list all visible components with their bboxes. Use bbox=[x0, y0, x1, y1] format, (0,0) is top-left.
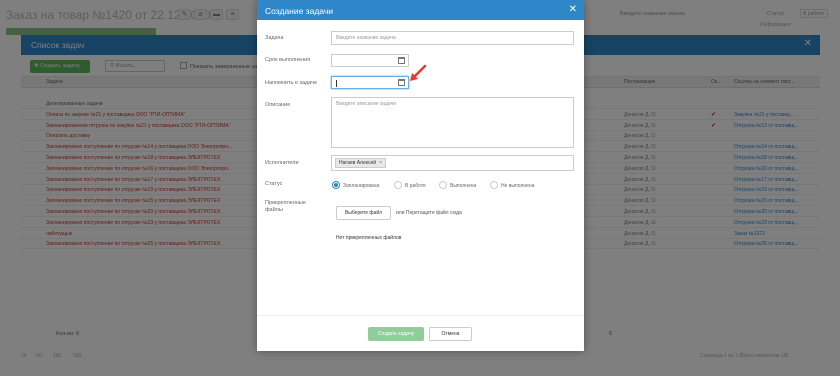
assignee-tag: Нагаев Алексей × bbox=[335, 158, 386, 168]
status-option-not-done[interactable]: Не выполнена bbox=[490, 181, 534, 189]
status-option-planned[interactable]: Запланирована bbox=[332, 181, 379, 189]
assignees-input[interactable]: Нагаев Алексей × bbox=[331, 155, 574, 171]
text-cursor bbox=[336, 80, 337, 87]
description-textarea[interactable]: Введите описание задачи bbox=[331, 97, 574, 148]
remind-label: Напомнить о задаче bbox=[265, 80, 318, 86]
choose-file-button[interactable]: Выберите файл bbox=[336, 206, 391, 220]
radio-dot bbox=[490, 181, 498, 189]
attachments-label: Прикрепленные bbox=[265, 200, 306, 206]
dialog-footer: Создать задачу Отмена bbox=[257, 315, 584, 351]
status-option-label: Выполнена bbox=[450, 183, 477, 189]
attachments-label-2: файлы bbox=[265, 207, 283, 213]
remind-date-input[interactable] bbox=[331, 76, 409, 89]
create-task-submit-button[interactable]: Создать задачу bbox=[368, 327, 424, 341]
cancel-button[interactable]: Отмена bbox=[429, 327, 472, 341]
task-label: Задача bbox=[265, 35, 284, 41]
due-date-label: Срок выполнения bbox=[265, 57, 311, 63]
status-option-label: В работе bbox=[405, 183, 426, 189]
close-icon[interactable]: ✕ bbox=[569, 4, 577, 15]
status-option-label: Запланирована bbox=[343, 183, 380, 189]
status-option-label: Не выполнена bbox=[501, 183, 535, 189]
status-option-done[interactable]: Выполнена bbox=[439, 181, 476, 189]
dialog-title: Создание задачи bbox=[265, 6, 333, 16]
drop-zone-hint[interactable]: или Перетащите файл сюда bbox=[396, 210, 462, 216]
assignee-name: Нагаев Алексей bbox=[339, 160, 377, 166]
description-label: Описание bbox=[265, 102, 291, 108]
task-name-input[interactable]: Введите название задачи bbox=[331, 31, 574, 45]
status-option-in-progress[interactable]: В работе bbox=[394, 181, 426, 189]
radio-dot bbox=[439, 181, 447, 189]
status-label: Статус bbox=[265, 181, 283, 187]
radio-dot bbox=[332, 181, 340, 189]
radio-dot bbox=[394, 181, 402, 189]
arrow-pointer-icon bbox=[410, 64, 427, 81]
dialog-titlebar: Создание задачи ✕ bbox=[257, 0, 584, 20]
remove-assignee-icon[interactable]: × bbox=[379, 160, 382, 166]
create-task-dialog: Создание задачи ✕ Задача Введите названи… bbox=[257, 0, 584, 351]
calendar-icon[interactable] bbox=[398, 57, 405, 64]
assignees-label: Исполнители bbox=[265, 160, 299, 166]
calendar-icon[interactable] bbox=[398, 79, 405, 86]
due-date-input[interactable] bbox=[331, 54, 409, 67]
no-attachments-text: Нет прикрепленных файлов bbox=[336, 235, 402, 241]
